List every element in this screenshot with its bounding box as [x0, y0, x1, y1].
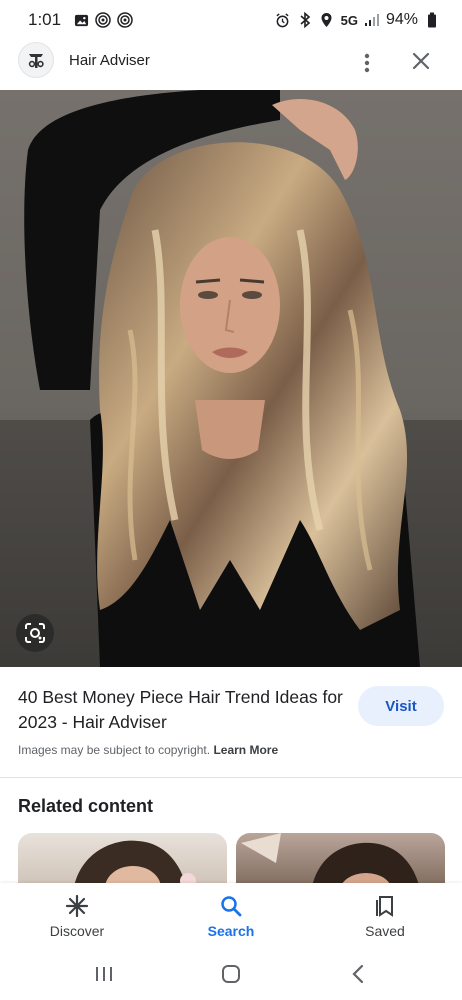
nfc-icon	[95, 12, 111, 28]
status-time: 1:01	[28, 10, 62, 29]
network-type: 5G	[340, 12, 358, 28]
bluetooth-icon	[297, 12, 313, 28]
nav-discover-label: Discover	[49, 923, 105, 939]
recent-apps-icon[interactable]	[84, 954, 124, 994]
lens-icon[interactable]	[16, 614, 54, 652]
nav-saved-label: Saved	[365, 923, 405, 939]
signal-icon	[364, 12, 380, 28]
home-icon[interactable]	[211, 954, 251, 994]
battery-icon	[424, 12, 440, 28]
related-content-title: Related content	[18, 796, 154, 816]
search-icon	[218, 893, 244, 919]
copyright-notice: Images may be subject to copyright. Lear…	[18, 743, 278, 757]
close-icon[interactable]	[406, 46, 436, 76]
nav-search[interactable]: Search	[154, 883, 308, 948]
alarm-icon	[275, 12, 291, 28]
nav-discover[interactable]: Discover	[0, 883, 154, 948]
divider	[0, 777, 462, 778]
bookmark-icon	[372, 893, 398, 919]
learn-more-link[interactable]: Learn More	[213, 743, 278, 757]
visit-button[interactable]: Visit	[358, 686, 444, 726]
location-icon	[319, 12, 335, 28]
bottom-navigation: Discover Search Saved	[0, 883, 462, 948]
result-image-illustration	[0, 90, 462, 667]
nav-search-label: Search	[207, 923, 255, 939]
result-title[interactable]: 40 Best Money Piece Hair Trend Ideas for…	[18, 685, 348, 735]
site-logo-icon[interactable]	[18, 42, 54, 78]
result-image[interactable]	[0, 90, 462, 667]
site-name[interactable]: Hair Adviser	[69, 52, 150, 69]
image-icon	[73, 12, 89, 28]
more-vert-icon[interactable]	[352, 48, 382, 78]
battery-percent: 94%	[385, 11, 418, 28]
nfc-icon	[117, 12, 133, 28]
status-right: 5G 94%	[275, 11, 440, 29]
asterisk-icon	[64, 893, 90, 919]
app-header: Hair Adviser	[0, 40, 462, 90]
copyright-text: Images may be subject to copyright.	[18, 743, 211, 757]
back-icon[interactable]	[338, 954, 378, 994]
status-left: 1:01	[28, 10, 133, 30]
system-navigation	[0, 948, 462, 1000]
status-bar: 1:01 5G 94%	[0, 0, 462, 40]
nav-saved[interactable]: Saved	[308, 883, 462, 948]
